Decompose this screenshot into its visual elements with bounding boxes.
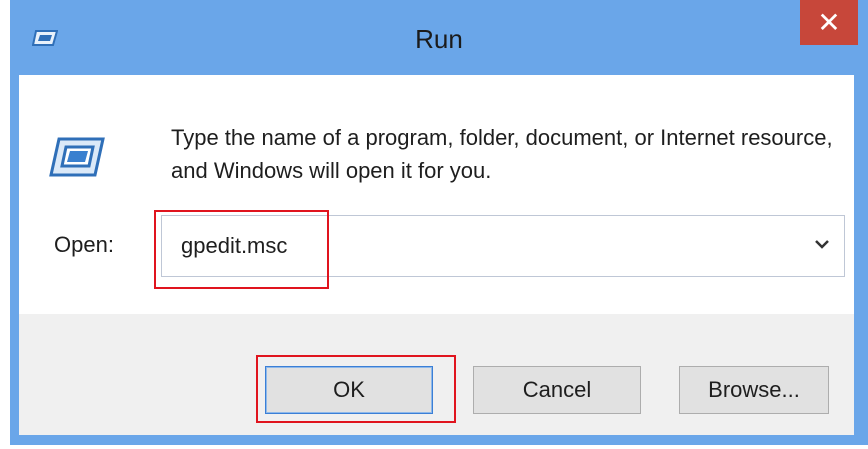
highlight-box-ok bbox=[256, 355, 456, 423]
run-dialog-window: Run ✕ Type the name of a program, folder… bbox=[10, 0, 868, 445]
open-label: Open: bbox=[54, 232, 114, 257]
cancel-button[interactable]: Cancel bbox=[473, 366, 641, 414]
chevron-down-icon[interactable] bbox=[812, 234, 832, 254]
window-title: Run bbox=[415, 24, 463, 54]
instruction-text: Type the name of a program, folder, docu… bbox=[171, 125, 833, 183]
dialog-body: Type the name of a program, folder, docu… bbox=[19, 75, 854, 435]
run-icon bbox=[49, 135, 105, 179]
close-icon: ✕ bbox=[817, 7, 841, 38]
browse-button[interactable]: Browse... bbox=[679, 366, 829, 414]
highlight-box-input bbox=[154, 210, 329, 289]
title-bar[interactable]: Run ✕ bbox=[10, 0, 868, 75]
close-button[interactable]: ✕ bbox=[800, 0, 858, 45]
